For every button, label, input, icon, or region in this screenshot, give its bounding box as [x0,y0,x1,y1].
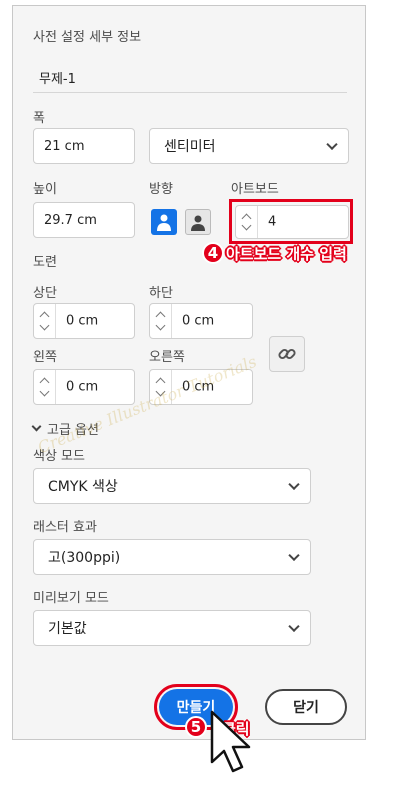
landscape-person-icon [191,215,205,231]
height-input[interactable]: 29.7 cm [33,202,135,238]
width-label: 폭 [33,111,45,126]
chevron-down-icon [288,478,300,491]
bleed-bottom-value: 0 cm [182,313,215,329]
orientation-label: 방향 [149,182,173,197]
preset-details-panel: 사전 설정 세부 정보 무제-1 폭 21 cm 센티미터 높이 29.7 cm… [12,5,366,740]
advanced-options-toggle[interactable]: 고급 옵션 [31,419,99,438]
bleed-top-stepper[interactable]: 0 cm [33,303,135,339]
color-mode-label: 색상 모드 [33,449,85,464]
landscape-orientation-button[interactable] [185,209,211,235]
bleed-bottom-stepper[interactable]: 0 cm [149,303,253,339]
chevron-down-icon[interactable] [155,386,166,397]
advanced-options-label: 고급 옵션 [47,423,99,438]
bleed-top-value: 0 cm [66,313,99,329]
raster-effects-label: 래스터 효과 [33,520,97,535]
width-value: 21 cm [44,138,85,154]
unit-value: 센티미터 [164,139,216,155]
portrait-orientation-button[interactable] [151,209,177,235]
bleed-left-step-arrows[interactable] [34,370,56,404]
bleed-right-value: 0 cm [182,379,215,395]
chevron-down-icon[interactable] [155,320,166,331]
chevron-down-icon [326,138,338,151]
raster-effects-dropdown[interactable]: 고(300ppi) [33,539,311,575]
step-4-annotation: 아트보드 개수 입력 [226,245,347,263]
bleed-bottom-label: 하단 [149,286,173,301]
preview-mode-label: 미리보기 모드 [33,591,109,606]
portrait-person-icon [157,214,171,231]
raster-effects-value: 고(300ppi) [48,550,121,566]
chevron-down-icon [288,549,300,562]
step-4-badge: 4 [202,242,224,264]
unit-dropdown[interactable]: 센티미터 [149,128,349,164]
chevron-down-icon[interactable] [39,386,50,397]
document-name-field[interactable]: 무제-1 [39,68,76,87]
panel-title: 사전 설정 세부 정보 [33,30,142,45]
bleed-label: 도련 [33,255,57,270]
preview-mode-dropdown[interactable]: 기본값 [33,610,311,646]
artboards-highlight-box [229,199,353,244]
bleed-bottom-step-arrows[interactable] [150,304,172,338]
link-bleed-button[interactable] [269,336,305,372]
color-mode-value: CMYK 색상 [48,479,118,495]
color-mode-dropdown[interactable]: CMYK 색상 [33,468,311,504]
preview-mode-value: 기본값 [48,621,87,637]
bleed-left-stepper[interactable]: 0 cm [33,369,135,405]
chevron-down-icon [288,620,300,633]
height-label: 높이 [33,182,57,197]
link-icon [278,348,296,360]
bleed-right-step-arrows[interactable] [150,370,172,404]
bleed-right-stepper[interactable]: 0 cm [149,369,253,405]
mouse-cursor-icon [210,710,251,773]
bleed-left-label: 왼쪽 [33,350,57,365]
chevron-down-icon [31,421,42,432]
artboards-label: 아트보드 [231,182,279,197]
bleed-right-label: 오른쪽 [149,350,185,365]
close-button[interactable]: 닫기 [265,689,347,725]
bleed-top-step-arrows[interactable] [34,304,56,338]
divider [33,92,347,93]
width-input[interactable]: 21 cm [33,128,135,164]
chevron-down-icon[interactable] [39,320,50,331]
bleed-top-label: 상단 [33,286,57,301]
height-value: 29.7 cm [44,212,97,228]
bleed-left-value: 0 cm [66,379,99,395]
step-5-badge: 5 [185,716,207,738]
